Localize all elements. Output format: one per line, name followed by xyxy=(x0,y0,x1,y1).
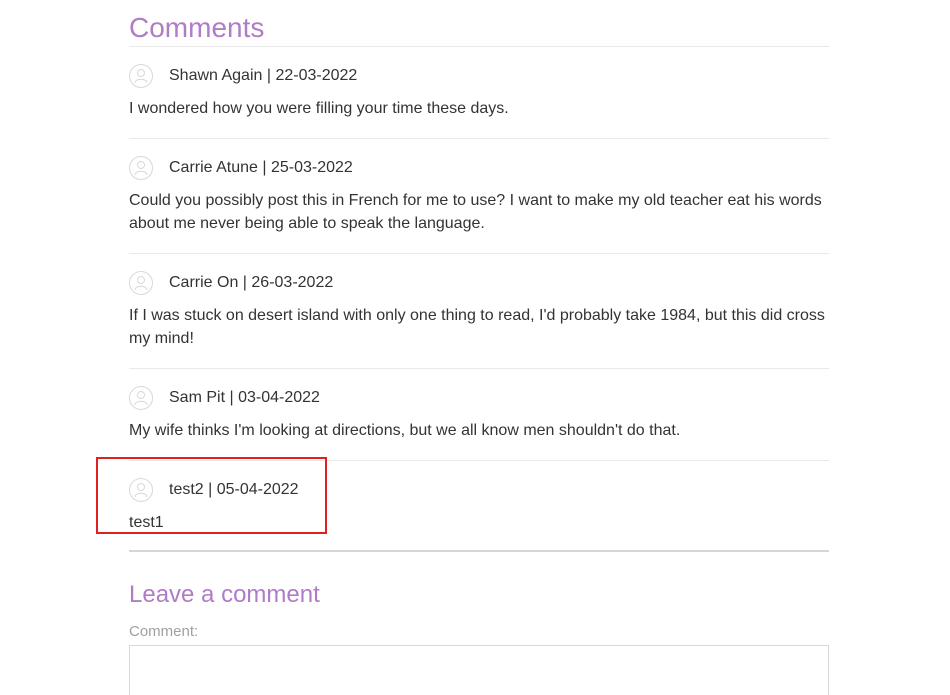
comment-item: Carrie On | 26-03-2022 If I was stuck on… xyxy=(129,254,829,369)
comment-header: Carrie On | 26-03-2022 xyxy=(129,270,829,296)
comment-item: Shawn Again | 22-03-2022 I wondered how … xyxy=(129,47,829,139)
comment-item: Carrie Atune | 25-03-2022 Could you poss… xyxy=(129,139,829,254)
user-avatar-icon xyxy=(129,386,153,410)
comment-header: Shawn Again | 22-03-2022 xyxy=(129,63,829,89)
comment-text: test1 xyxy=(129,514,164,531)
comments-title: Comments xyxy=(129,0,829,47)
blog-comments-page: Comments Shawn Again | 22-03-2022 I wond… xyxy=(0,0,950,695)
comment-meta: Sam Pit | 03-04-2022 xyxy=(169,389,320,406)
comment-header: Sam Pit | 03-04-2022 xyxy=(129,385,829,411)
comment-header: test2 | 05-04-2022 xyxy=(129,477,829,503)
comment-item: test2 | 05-04-2022 test1 xyxy=(129,461,829,552)
leave-comment-title: Leave a comment xyxy=(129,581,320,608)
comment-item: Sam Pit | 03-04-2022 My wife thinks I'm … xyxy=(129,369,829,461)
user-avatar-icon xyxy=(129,64,153,88)
comment-header: Carrie Atune | 25-03-2022 xyxy=(129,155,829,181)
comment-text: Could you possibly post this in French f… xyxy=(129,192,822,232)
comments-container: Comments Shawn Again | 22-03-2022 I wond… xyxy=(129,0,829,695)
comment-meta: Shawn Again | 22-03-2022 xyxy=(169,67,358,84)
comment-meta: Carrie Atune | 25-03-2022 xyxy=(169,159,353,176)
user-avatar-icon xyxy=(129,156,153,180)
comment-text: My wife thinks I'm looking at directions… xyxy=(129,422,681,439)
comment-text: If I was stuck on desert island with onl… xyxy=(129,307,825,347)
comment-field-label: Comment: xyxy=(129,623,199,640)
comment-input[interactable] xyxy=(129,645,829,695)
comment-meta: test2 | 05-04-2022 xyxy=(169,481,299,498)
user-avatar-icon xyxy=(129,478,153,502)
comment-text: I wondered how you were filling your tim… xyxy=(129,100,509,117)
comment-meta: Carrie On | 26-03-2022 xyxy=(169,274,334,291)
user-avatar-icon xyxy=(129,271,153,295)
